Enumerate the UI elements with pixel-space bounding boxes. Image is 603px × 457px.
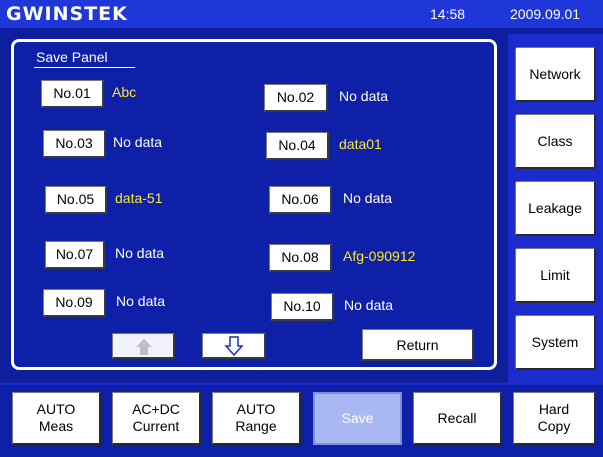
clock-date: 2009.09.01 [510, 6, 581, 22]
slot-04-button[interactable]: No.04 [266, 132, 329, 160]
slot-08-label: Afg-090912 [343, 248, 416, 264]
slot-06-label: No data [343, 190, 393, 206]
slot-08-button[interactable]: No.08 [269, 244, 332, 272]
arrow-down-icon [224, 336, 244, 357]
save-button[interactable]: Save [313, 392, 402, 445]
slot-09-button[interactable]: No.09 [43, 289, 106, 317]
slot-09: No.09 No data [43, 289, 203, 317]
slot-07: No.07 No data [45, 241, 205, 269]
slot-05-button[interactable]: No.05 [45, 186, 107, 214]
panel-title-underline [34, 67, 135, 68]
slot-04-label: data01 [339, 136, 382, 152]
slot-01-label: Abc [112, 84, 137, 100]
slot-05-label: data-51 [115, 190, 163, 206]
sidebar-item-limit[interactable]: Limit [515, 248, 596, 303]
slot-07-label: No data [115, 245, 165, 261]
status-bar: GWINSTEK 14:58 2009.09.01 [0, 0, 603, 30]
slot-05: No.05 data-51 [45, 186, 205, 214]
panel-title: Save Panel [36, 49, 108, 65]
slot-02: No.02 No data [264, 84, 444, 112]
slot-03-button[interactable]: No.03 [43, 130, 106, 158]
slot-06: No.06 No data [269, 186, 449, 214]
slot-06-button[interactable]: No.06 [269, 186, 332, 214]
slot-03-label: No data [113, 134, 163, 150]
page-down-button[interactable] [202, 333, 266, 359]
slot-10-button[interactable]: No.10 [271, 293, 334, 321]
slot-01: No.01 Abc [41, 80, 201, 108]
sidebar-item-system[interactable]: System [515, 315, 596, 370]
sidebar-item-class[interactable]: Class [515, 114, 596, 169]
slot-02-label: No data [339, 88, 389, 104]
hard-copy-button[interactable]: Hard Copy [513, 392, 596, 445]
arrow-up-icon [136, 339, 152, 355]
slot-08: No.08 Afg-090912 [269, 244, 469, 272]
auto-range-button[interactable]: AUTO Range [212, 392, 301, 445]
slot-04: No.04 data01 [266, 132, 446, 160]
slot-07-button[interactable]: No.07 [45, 241, 105, 269]
return-button[interactable]: Return [362, 329, 474, 361]
slot-01-button[interactable]: No.01 [41, 80, 104, 108]
ac-dc-current-button[interactable]: AC+DC Current [112, 392, 201, 445]
sidebar-item-leakage[interactable]: Leakage [515, 181, 596, 236]
slot-03: No.03 No data [43, 130, 203, 158]
slot-09-label: No data [116, 293, 166, 309]
slot-10-label: No data [344, 297, 394, 313]
slot-02-button[interactable]: No.02 [264, 84, 328, 112]
slot-10: No.10 No data [271, 293, 451, 321]
page-up-button[interactable] [112, 333, 175, 359]
clock-time: 14:58 [430, 6, 466, 22]
auto-meas-button[interactable]: AUTO Meas [12, 392, 101, 445]
recall-button[interactable]: Recall [413, 392, 502, 445]
sidebar-item-network[interactable]: Network [515, 47, 596, 102]
brand-logo: GWINSTEK [6, 3, 128, 25]
